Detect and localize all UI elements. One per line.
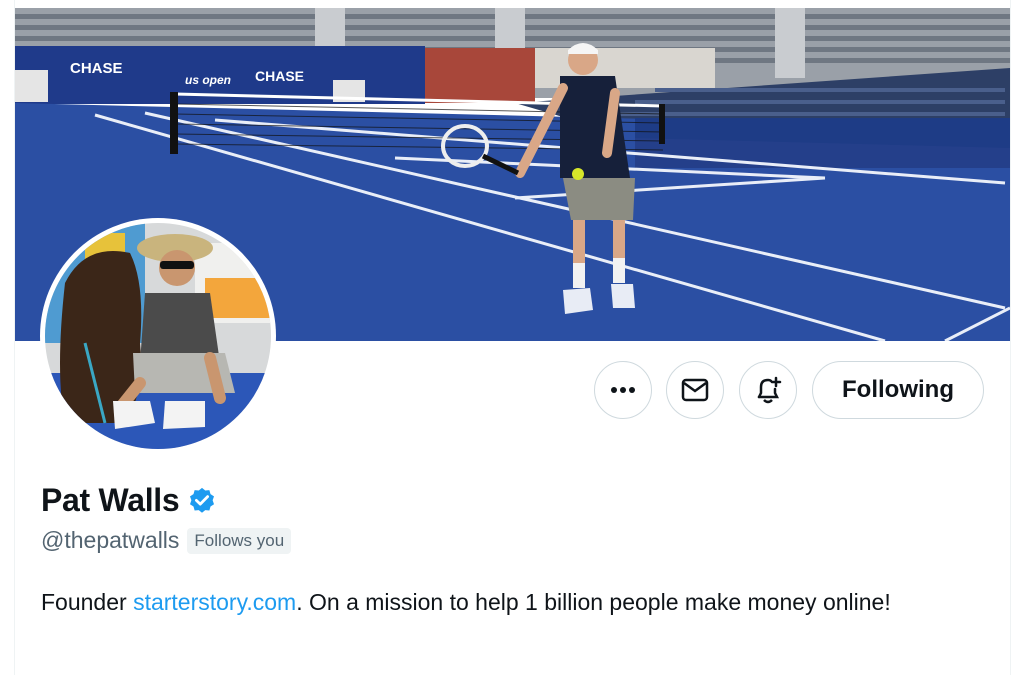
profile-avatar[interactable] [40, 218, 276, 454]
bio-suffix: . On a mission to help 1 billion people … [296, 589, 891, 615]
bio-prefix: Founder [41, 589, 134, 615]
user-handle: @thepatwalls [41, 527, 180, 553]
chase-logo-2: CHASE [255, 68, 304, 84]
usopen-logo: us open [185, 73, 231, 87]
right-divider [1010, 0, 1024, 675]
avatar-photo [45, 223, 271, 449]
follows-you-badge: Follows you [187, 527, 292, 554]
chase-logo-1: CHASE [70, 60, 123, 77]
handle-row: @thepatwalls Follows you [41, 527, 292, 554]
profile-page: CHASE us open CHASE Following Pat Walls … [0, 0, 1024, 675]
display-name: Pat Walls [41, 482, 180, 518]
verified-badge-icon[interactable] [187, 486, 217, 516]
more-button[interactable] [594, 361, 652, 419]
profile-bio: Founder starterstory.com. On a mission t… [41, 586, 941, 619]
bio-link[interactable]: starterstory.com [133, 589, 296, 615]
message-button[interactable] [666, 361, 724, 419]
bell-plus-icon [757, 376, 782, 404]
following-button[interactable]: Following [812, 361, 984, 419]
more-horizontal-icon [611, 387, 635, 393]
notifications-button[interactable] [739, 361, 797, 419]
left-divider [0, 0, 15, 675]
name-row: Pat Walls [41, 482, 217, 519]
envelope-icon [681, 378, 709, 402]
